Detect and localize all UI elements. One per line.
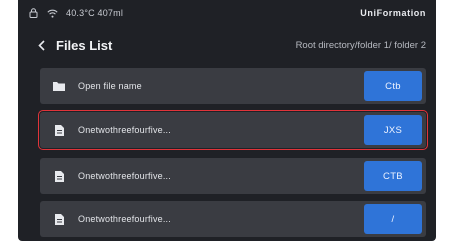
status-left: 40.3°C 407ml (28, 8, 123, 19)
breadcrumb: Root directory/folder 1/ folder 2 (295, 39, 426, 51)
page-title: Files List (56, 37, 113, 53)
file-type-button[interactable]: Ctb (364, 71, 422, 101)
file-row[interactable]: Onetwothreefourfive... CTB (40, 158, 426, 194)
file-name: Onetwothreefourfive... (78, 214, 171, 224)
document-icon (52, 123, 66, 137)
file-type-button[interactable]: CTB (364, 161, 422, 191)
file-name: Onetwothreefourfive... (78, 171, 171, 181)
file-name: Onetwothreefourfive... (78, 125, 171, 135)
document-icon (52, 212, 66, 226)
printer-screen: 40.3°C 407ml UniFormation Files List Roo… (18, 0, 436, 241)
lock-icon (28, 8, 39, 19)
file-row[interactable]: Onetwothreefourfive... / (40, 201, 426, 237)
status-info-text: 40.3°C 407ml (66, 8, 124, 18)
wifi-icon (47, 8, 58, 19)
file-row[interactable]: Open file name Ctb (40, 68, 426, 104)
document-icon (52, 169, 66, 183)
folder-icon (52, 79, 66, 93)
status-bar: 40.3°C 407ml UniFormation (18, 0, 436, 26)
brand-logo: UniFormation (360, 8, 426, 18)
file-type-button[interactable]: / (364, 204, 422, 234)
back-button[interactable] (34, 36, 48, 54)
file-name: Open file name (78, 81, 142, 91)
title-bar: Files List Root directory/folder 1/ fold… (18, 30, 436, 60)
file-type-button[interactable]: JXS (364, 115, 422, 145)
file-row-selected[interactable]: Onetwothreefourfive... JXS (38, 110, 428, 150)
chevron-left-icon (37, 39, 45, 51)
